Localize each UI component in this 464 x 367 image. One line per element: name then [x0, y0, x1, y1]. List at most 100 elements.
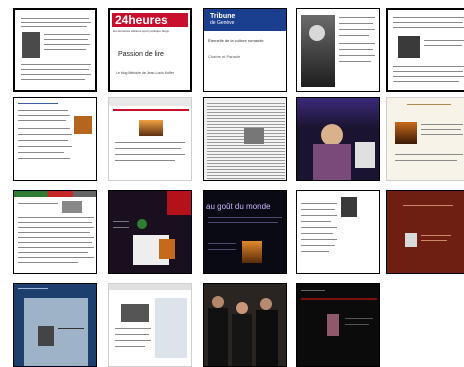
- thumbnail-r1c1[interactable]: [13, 8, 97, 92]
- text-line: [18, 110, 68, 111]
- text-line: [339, 17, 375, 18]
- text-line: [345, 324, 369, 325]
- text-line: [115, 148, 181, 149]
- text-line: [21, 74, 91, 75]
- site-header-bar: [14, 191, 96, 197]
- text-line: [421, 240, 447, 241]
- text-line: [18, 158, 70, 159]
- text-line: [339, 55, 375, 56]
- newspaper-logo: 24heures: [115, 13, 168, 27]
- text-line: [301, 245, 335, 246]
- thumbnail-r3c2[interactable]: [108, 190, 192, 274]
- text-line: [339, 23, 373, 24]
- text-line: [393, 27, 464, 28]
- text-line: [301, 227, 337, 228]
- thumbnail-r4c4[interactable]: [296, 283, 380, 367]
- thumbnail-r1c5[interactable]: [386, 8, 464, 92]
- text-line: [18, 227, 94, 228]
- text-line: [301, 251, 329, 252]
- text-line: [395, 154, 463, 155]
- thumbnail-r4c3[interactable]: [203, 283, 287, 367]
- thumbnail-r1c2[interactable]: 24heures les dernières éditions sport po…: [108, 8, 192, 92]
- text-line: [21, 64, 91, 65]
- text-line: [339, 35, 369, 36]
- stage-lights: [297, 98, 379, 128]
- text-line: [407, 104, 451, 105]
- portrait-photo: [327, 314, 339, 336]
- text-line: [18, 257, 94, 258]
- text-line: [115, 346, 145, 347]
- text-line: [18, 128, 70, 129]
- text-line: [115, 142, 185, 143]
- text-line: [21, 79, 85, 80]
- thumbnail-r3c4[interactable]: [296, 190, 380, 274]
- logo-dot: [137, 219, 147, 229]
- thumbnail-r3c5[interactable]: [386, 190, 464, 274]
- text-line: [301, 233, 333, 234]
- text-line: [393, 81, 459, 82]
- text-line: [18, 262, 78, 263]
- text-line: [115, 160, 175, 161]
- thumbnail-r1c4[interactable]: [296, 8, 380, 92]
- text-line: [44, 39, 88, 40]
- text-line: [208, 217, 282, 218]
- thumbnail-r2c2[interactable]: [108, 97, 192, 181]
- text-line: [18, 120, 66, 121]
- text-line: [18, 222, 92, 223]
- text-line: [339, 43, 375, 44]
- text-line: [395, 160, 457, 161]
- text-line: [421, 124, 463, 125]
- text-line: [113, 227, 129, 228]
- thumbnail-r2c3[interactable]: [203, 97, 287, 181]
- header-image: [167, 191, 191, 215]
- text-line: [424, 45, 462, 46]
- content-panel: [24, 298, 88, 366]
- sidebar-panel: [155, 298, 187, 358]
- text-line: [301, 239, 337, 240]
- article-photo: [121, 304, 149, 322]
- text-line: [339, 49, 373, 50]
- thumbnail-r4c2[interactable]: [108, 283, 192, 367]
- text-line: [18, 252, 88, 253]
- book-cover: [405, 233, 417, 247]
- thumbnail-r2c5[interactable]: [386, 97, 464, 181]
- portrait-photo: [22, 32, 40, 58]
- book-held: [355, 142, 375, 168]
- article-photo: [244, 128, 264, 144]
- book-cover: [242, 241, 262, 263]
- thumbnail-r2c4[interactable]: [296, 97, 380, 181]
- page-header: [109, 284, 191, 290]
- text-line: [393, 76, 464, 77]
- text-line: [301, 215, 337, 216]
- face: [321, 124, 343, 146]
- text-line: [18, 203, 58, 204]
- text-line: [18, 103, 58, 104]
- person-body: [208, 308, 228, 366]
- thumbnail-r1c3[interactable]: Tribune de Genève Éternelle de la cultur…: [203, 8, 287, 92]
- text-line: [208, 243, 236, 244]
- text-line: [44, 49, 86, 50]
- text-line: [115, 328, 151, 329]
- text-line: [21, 22, 91, 23]
- text-line: [18, 115, 70, 116]
- text-line: [339, 29, 375, 30]
- text-line: [18, 140, 68, 141]
- text-line: [301, 290, 325, 291]
- newspaper-logo-line2: de Genève: [210, 20, 235, 26]
- text-line: [18, 217, 94, 218]
- text-line: [18, 237, 94, 238]
- thumbnail-r2c1[interactable]: [13, 97, 97, 181]
- thumbnail-r3c1[interactable]: [13, 190, 97, 274]
- thumbnail-r3c3[interactable]: au goût du monde: [203, 190, 287, 274]
- text-line: [44, 44, 90, 45]
- text-line: [421, 134, 463, 135]
- newspaper-logo-line1: Tribune: [210, 13, 236, 20]
- text-line: [18, 152, 64, 153]
- text-line: [21, 26, 87, 27]
- text-line: [115, 340, 151, 341]
- text-line: [393, 66, 464, 67]
- thumbnail-r4c1[interactable]: [13, 283, 97, 367]
- text-line: [339, 61, 371, 62]
- book-cover: [159, 239, 175, 259]
- page-header: [109, 98, 191, 106]
